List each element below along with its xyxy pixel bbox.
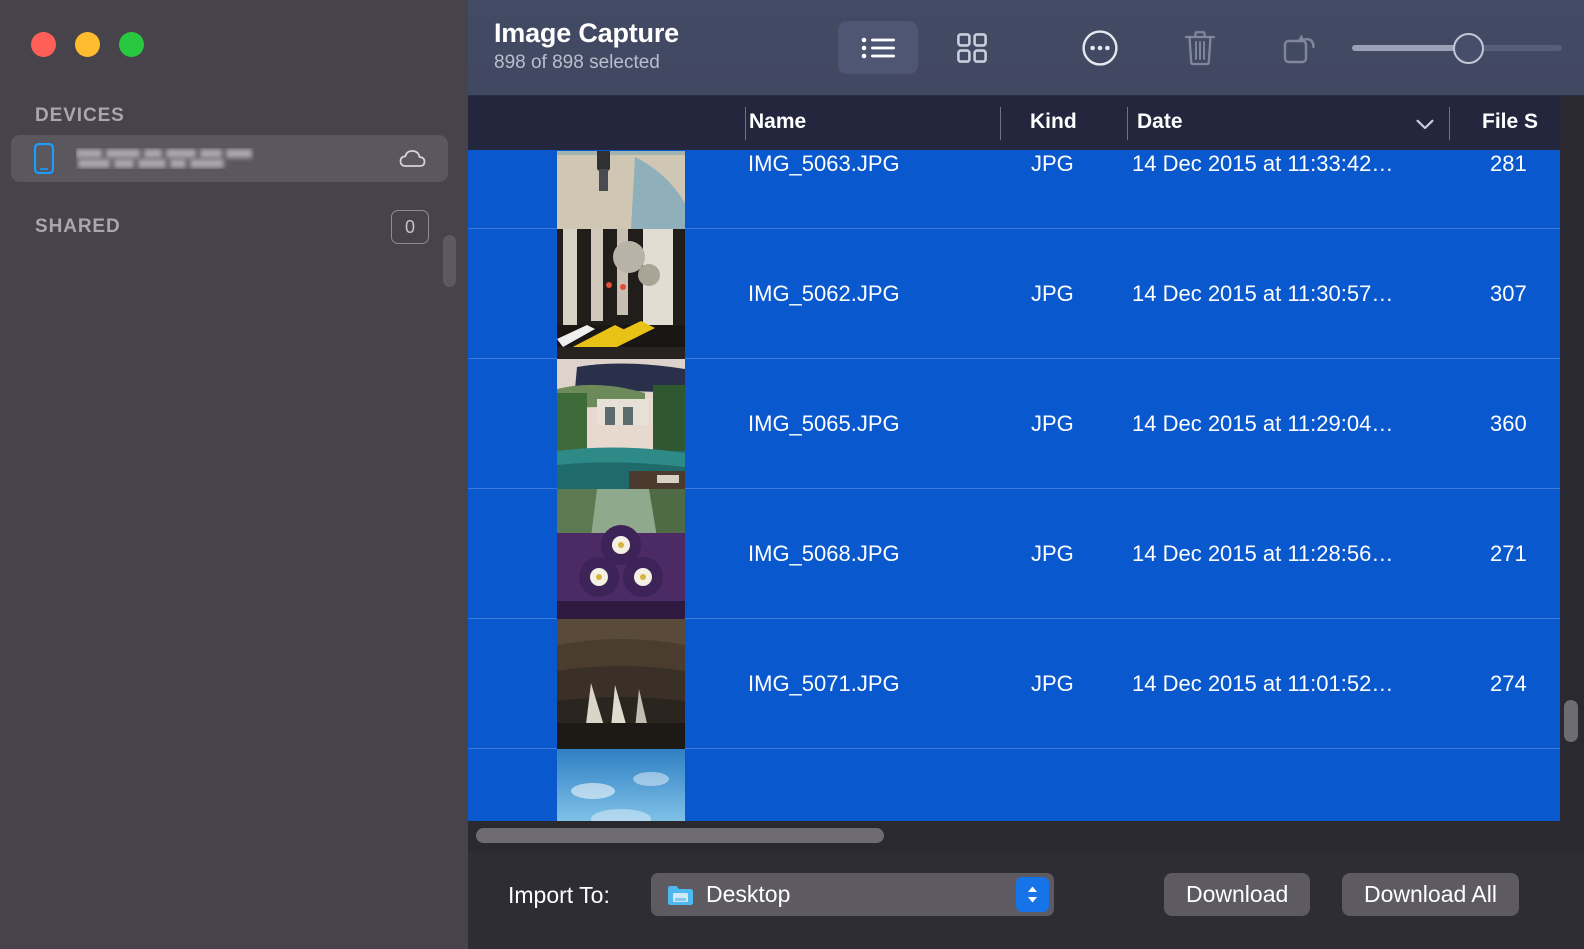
iphone-icon	[33, 142, 55, 175]
thumbnail	[557, 749, 685, 821]
sidebar-section-shared: SHARED	[35, 216, 121, 237]
file-list[interactable]: IMG_5063.JPG JPG 14 Dec 2015 at 11:33:42…	[468, 151, 1560, 821]
horizontal-scrollbar[interactable]	[476, 828, 884, 843]
download-button[interactable]: Download	[1164, 873, 1311, 916]
cell-filesize: 274	[1490, 671, 1527, 696]
trash-icon	[1184, 30, 1215, 65]
sidebar-item-device[interactable]	[11, 135, 448, 182]
cell-date: 14 Dec 2015 at 11:30:57…	[1132, 281, 1394, 306]
cell-filesize: 307	[1490, 281, 1527, 306]
column-divider[interactable]	[1449, 107, 1450, 140]
cell-filesize: 281	[1490, 151, 1527, 176]
cell-kind: JPG	[1031, 281, 1074, 306]
device-name-redacted	[76, 148, 254, 169]
table-row[interactable]: IMG_5065.JPG JPG 14 Dec 2015 at 11:29:04…	[468, 359, 1560, 489]
folder-icon	[667, 884, 694, 906]
zoom-button[interactable]	[119, 32, 144, 57]
table-row[interactable]: IMG_5068.JPG JPG 14 Dec 2015 at 11:28:56…	[468, 489, 1560, 619]
toolbar: Image Capture 898 of 898 selected	[468, 0, 1584, 96]
cell-date: 14 Dec 2015 at 11:28:56…	[1132, 541, 1394, 566]
thumbnail	[557, 619, 685, 749]
chevron-down-icon[interactable]	[1416, 117, 1434, 130]
list-icon	[861, 37, 895, 58]
table-row[interactable]	[468, 749, 1560, 821]
column-header-date[interactable]: Date	[1137, 110, 1183, 134]
column-header-filesize[interactable]: File S	[1482, 110, 1538, 134]
table-row[interactable]: IMG_5062.JPG JPG 14 Dec 2015 at 11:30:57…	[468, 229, 1560, 359]
cell-filesize: 360	[1490, 411, 1527, 436]
image-capture-window: DEVICES SHARED 0 Image Capture 898 of 89…	[0, 0, 1584, 949]
thumbnail	[557, 489, 685, 619]
table-column-header: Name Kind Date File S	[468, 96, 1560, 151]
horizontal-scrollbar-track[interactable]	[468, 821, 1560, 851]
grid-view-button[interactable]	[932, 21, 1012, 74]
title-block: Image Capture 898 of 898 selected	[494, 16, 679, 76]
shared-count-badge: 0	[391, 210, 429, 244]
cell-date: 14 Dec 2015 at 11:01:52…	[1132, 671, 1394, 696]
delete-button[interactable]	[1173, 21, 1226, 74]
close-button[interactable]	[31, 32, 56, 57]
cell-date: 14 Dec 2015 at 11:29:04…	[1132, 411, 1394, 436]
cell-name: IMG_5071.JPG	[748, 671, 900, 696]
sidebar-scroll-indicator[interactable]	[443, 235, 456, 287]
import-destination-value: Desktop	[706, 881, 791, 907]
cell-date: 14 Dec 2015 at 11:33:42…	[1132, 151, 1394, 176]
thumbnail	[557, 229, 685, 359]
page-title: Image Capture	[494, 18, 679, 48]
cell-kind: JPG	[1031, 411, 1074, 436]
thumbnail	[557, 359, 685, 489]
more-options-button[interactable]	[1073, 21, 1126, 74]
view-mode-segmented-control	[838, 21, 1012, 74]
cell-name: IMG_5068.JPG	[748, 541, 900, 566]
cell-name: IMG_5065.JPG	[748, 411, 900, 436]
cell-filesize: 271	[1490, 541, 1527, 566]
vertical-scrollbar[interactable]	[1564, 700, 1578, 742]
cell-kind: JPG	[1031, 151, 1074, 176]
import-destination-popup[interactable]: Desktop	[651, 873, 1054, 916]
slider-knob[interactable]	[1453, 33, 1484, 64]
cell-name: IMG_5062.JPG	[748, 281, 900, 306]
minimize-button[interactable]	[75, 32, 100, 57]
cloud-icon[interactable]	[399, 149, 426, 168]
rotate-icon	[1283, 34, 1315, 63]
cell-kind: JPG	[1031, 671, 1074, 696]
grid-icon	[957, 32, 987, 63]
column-divider[interactable]	[745, 107, 746, 140]
ellipsis-circle-icon	[1081, 29, 1118, 66]
column-header-kind[interactable]: Kind	[1030, 110, 1077, 134]
sidebar-section-devices: DEVICES	[35, 105, 125, 126]
table-row[interactable]: IMG_5071.JPG JPG 14 Dec 2015 at 11:01:52…	[468, 619, 1560, 749]
main-panel: Image Capture 898 of 898 selected Name K…	[468, 0, 1584, 949]
column-divider[interactable]	[1127, 107, 1128, 140]
list-view-button[interactable]	[838, 21, 918, 74]
sidebar: DEVICES SHARED 0	[0, 0, 468, 949]
thumbnail	[557, 151, 685, 229]
selection-status: 898 of 898 selected	[494, 52, 660, 73]
cell-kind: JPG	[1031, 541, 1074, 566]
column-divider[interactable]	[1000, 107, 1001, 140]
window-controls	[31, 32, 144, 57]
rotate-button[interactable]	[1274, 21, 1327, 74]
bottom-bar: Import To: Desktop Download Download All	[468, 851, 1584, 949]
download-all-button[interactable]: Download All	[1342, 873, 1519, 916]
import-to-label: Import To:	[508, 882, 610, 908]
up-down-chevrons-icon[interactable]	[1016, 877, 1049, 912]
table-row[interactable]: IMG_5063.JPG JPG 14 Dec 2015 at 11:33:42…	[468, 151, 1560, 229]
thumbnail-size-slider[interactable]	[1352, 33, 1562, 64]
cell-name: IMG_5063.JPG	[748, 151, 900, 176]
column-header-name[interactable]: Name	[749, 110, 806, 134]
